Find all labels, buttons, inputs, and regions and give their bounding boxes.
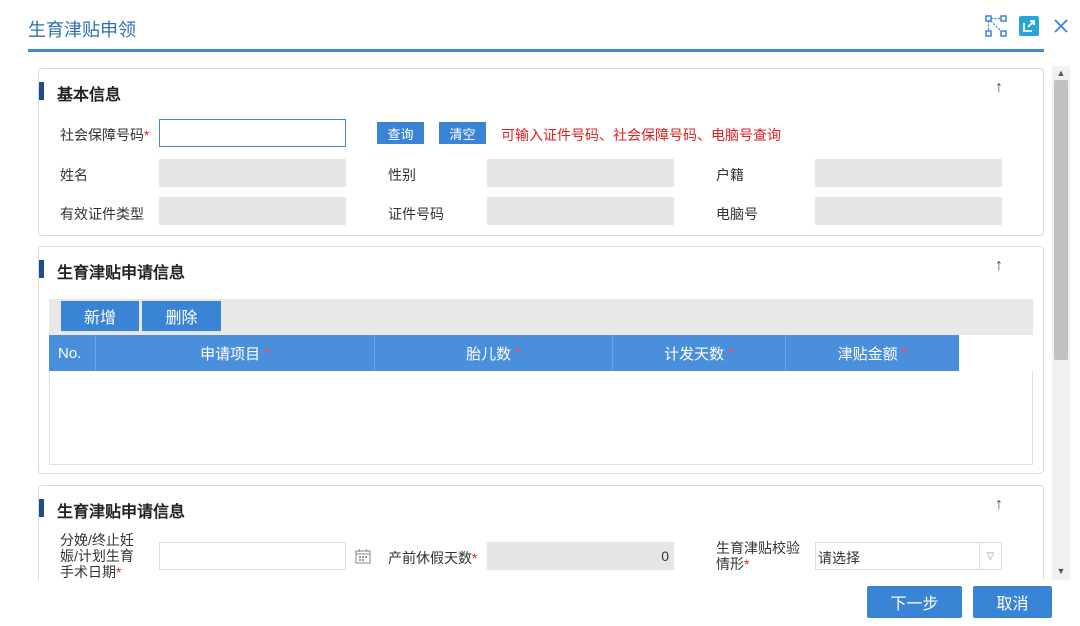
gender-label: 性别 xyxy=(388,167,416,183)
id-number-field xyxy=(487,197,674,225)
delete-button[interactable]: 删除 xyxy=(142,301,221,331)
column-header[interactable]: 计发天数 * xyxy=(613,335,786,371)
clear-button[interactable]: 清空 xyxy=(439,122,486,144)
section-marker xyxy=(39,82,44,100)
next-button[interactable]: 下一步 xyxy=(867,586,962,618)
name-label: 姓名 xyxy=(60,167,88,183)
column-header[interactable]: No. xyxy=(49,335,96,371)
grid-body xyxy=(49,371,1033,465)
arrow-up-icon[interactable]: ↑ xyxy=(995,257,1003,275)
arrow-up-icon[interactable]: ↑ xyxy=(995,79,1003,97)
section-title: 基本信息 xyxy=(57,87,122,104)
title-underline xyxy=(28,49,1044,52)
scroll-up-arrow[interactable]: ▲ xyxy=(1052,66,1070,80)
column-header[interactable]: 津贴金额 * xyxy=(786,335,959,371)
grid-toolbar: 新增 删除 xyxy=(49,299,1033,335)
column-header[interactable]: 胎儿数 * xyxy=(375,335,613,371)
section-marker xyxy=(39,499,44,517)
computer-no-field xyxy=(815,197,1002,225)
application-info-panel: 生育津贴申请信息 ↑ 分娩/终止妊 娠/计划生育 手术日期* 产前休假天数* 0… xyxy=(38,485,1044,580)
vertical-scrollbar[interactable]: ▲ ▼ xyxy=(1052,66,1070,580)
gender-field xyxy=(487,159,674,187)
add-button[interactable]: 新增 xyxy=(61,301,139,331)
id-type-label: 有效证件类型 xyxy=(60,206,144,222)
delivery-date-label: 分娩/终止妊 娠/计划生育 手术日期* xyxy=(60,532,134,580)
ssn-label: 社会保障号码* xyxy=(60,127,150,143)
section-title: 生育津贴申请信息 xyxy=(57,504,186,521)
column-header[interactable]: 申请项目 * xyxy=(96,335,375,371)
basic-info-panel: 基本信息 ↑ 社会保障号码* 查询 清空 可输入证件号码、社会保障号码、电脑号查… xyxy=(38,68,1044,236)
external-link-icon[interactable] xyxy=(1017,14,1041,38)
close-icon[interactable] xyxy=(1049,14,1073,38)
cancel-button[interactable]: 取消 xyxy=(973,586,1052,618)
network-icon[interactable] xyxy=(984,14,1008,38)
delivery-date-input[interactable] xyxy=(159,542,346,570)
grid-header: No. 申请项目 * 胎儿数 * 计发天数 * 津贴金额 * xyxy=(49,335,959,371)
scroll-thumb[interactable] xyxy=(1054,80,1068,360)
household-label: 户籍 xyxy=(716,167,744,183)
chevron-down-icon: ▽ xyxy=(979,543,1001,569)
application-grid-panel: 生育津贴申请信息 ↑ 新增 删除 No. 申请项目 * 胎儿数 * 计发天数 * 津贴… xyxy=(38,246,1044,474)
id-number-label: 证件号码 xyxy=(388,206,444,222)
name-field xyxy=(159,159,346,187)
calendar-icon[interactable] xyxy=(351,542,375,570)
title-bar: 生育津贴申领 xyxy=(0,0,1080,52)
computer-no-label: 电脑号 xyxy=(716,206,758,222)
query-hint: 可输入证件号码、社会保障号码、电脑号查询 xyxy=(501,127,781,143)
check-situation-label: 生育津贴校验 情形* xyxy=(716,540,800,572)
prenatal-days-label: 产前休假天数* xyxy=(388,550,478,566)
window-title: 生育津贴申领 xyxy=(28,20,136,40)
scroll-down-arrow[interactable]: ▼ xyxy=(1052,564,1070,578)
form-content: 基本信息 ↑ 社会保障号码* 查询 清空 可输入证件号码、社会保障号码、电脑号查… xyxy=(38,66,1046,580)
arrow-up-icon[interactable]: ↑ xyxy=(995,496,1003,514)
id-type-field xyxy=(159,197,346,225)
check-situation-select[interactable]: 请选择 ▽ xyxy=(815,542,1002,570)
household-field xyxy=(815,159,1002,187)
prenatal-days-field: 0 xyxy=(487,542,674,570)
ssn-input[interactable] xyxy=(159,119,346,147)
section-marker xyxy=(39,260,44,278)
section-title: 生育津贴申请信息 xyxy=(57,265,186,282)
query-button[interactable]: 查询 xyxy=(377,122,424,144)
